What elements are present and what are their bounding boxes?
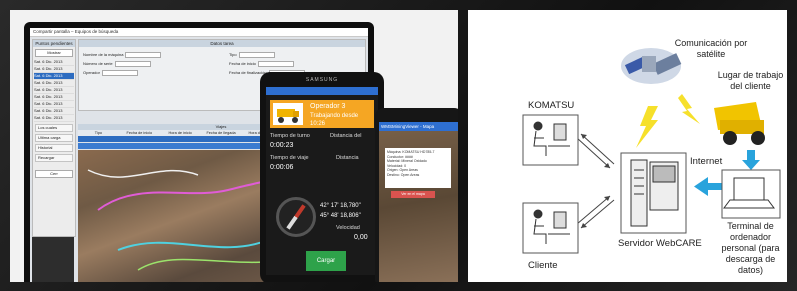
dump-truck-icon [714, 102, 765, 145]
machine-info-popup: Máquina: KOMATSU HD785-7 Conductor: ####… [385, 148, 451, 188]
task-form-header: Datos tarea [79, 40, 365, 47]
map-viewer-screen: WMSMiningViewer - Mapa Máquina: KOMATSU … [379, 122, 458, 282]
speed-value: 0,00 [354, 234, 368, 241]
speed-label: Velocidad [336, 225, 360, 231]
latitude: 42° 17' 18,780" [320, 203, 361, 209]
compass-icon [276, 197, 316, 237]
load-button[interactable]: Cargar [306, 251, 346, 271]
customer-site-label: Lugar de trabajo del cliente [717, 70, 784, 91]
shift-time-value: 0:00:23 [270, 142, 294, 149]
form-field: Fecha de inicio [229, 61, 294, 67]
pending-points-panel: Puntos pendientes Mostrar Sat. 6 Dic. 20… [32, 39, 76, 237]
form-field: Operador [83, 70, 138, 76]
longitude: 45° 48' 18,806" [320, 213, 361, 219]
blue-arrow-down-icon [742, 150, 760, 170]
panel-footer [32, 237, 74, 282]
operator-status: Trabajando desde [310, 113, 359, 119]
list-item[interactable]: Sat. 6 Dic. 2013 [34, 59, 74, 66]
field-label: Fecha de finalización [229, 70, 267, 76]
terminal-label: Terminal de ordenador personal (para des… [721, 221, 780, 275]
software-composite: Compartir pantalla – Equipos de búsqueda… [10, 10, 458, 282]
field-label: Número de serie [83, 61, 113, 67]
option-ultima-carga[interactable]: Ultima carga [35, 134, 73, 142]
phone-operator-app: SAMSUNG Operador 3 Trabajando desde 10:2… [260, 72, 384, 282]
signal-bolt-icon [678, 94, 700, 124]
operator-screen: Operador 3 Trabajando desde 10:26 Tiempo… [266, 87, 378, 275]
trip-time-label: Tiempo de viaje [270, 155, 309, 161]
distance-label: Distancia del [330, 133, 362, 139]
field-label: Fecha de inicio [229, 61, 256, 67]
popup-line: Destino: Open Areas [387, 172, 420, 177]
phone-brand: SAMSUNG [305, 77, 339, 83]
signal-bolt-icon [636, 106, 658, 148]
show-button[interactable]: Mostrar [35, 49, 73, 57]
list-item[interactable]: Sat. 6 Dic. 2013 [34, 80, 74, 87]
map-viewer-title: WMSMiningViewer - Mapa [379, 122, 458, 131]
field-label: Nombre de la máquina [83, 52, 124, 58]
list-item[interactable]: Sat. 6 Dic. 2013 [34, 73, 74, 80]
form-field: Tipo [229, 52, 275, 58]
option-recargar[interactable]: Recargar [35, 154, 73, 162]
blue-arrow-left-icon [694, 177, 726, 196]
satellite-label: Comunicación por satélite [674, 38, 748, 59]
list-item[interactable]: Sat. 6 Dic. 2013 [34, 94, 74, 101]
field-input[interactable] [101, 70, 138, 76]
close-button[interactable]: Cerr [35, 170, 73, 178]
window-title: Compartir pantalla – Equipos de búsqueda [30, 28, 368, 37]
cliente-label: Cliente [528, 260, 558, 271]
field-input[interactable] [125, 52, 162, 58]
form-field: Número de serie [83, 61, 151, 67]
operator-time: 10:26 [310, 121, 326, 127]
server-label: Servidor WebCARE [618, 238, 702, 249]
phone-map-viewer: WMSMiningViewer - Mapa Máquina: KOMATSU … [375, 108, 458, 282]
dump-truck-icon [273, 103, 303, 125]
operator-name: Operador 3 [310, 103, 346, 110]
field-input[interactable] [114, 61, 151, 67]
shift-time-label: Tiempo de turno [270, 133, 310, 139]
list-item[interactable]: Sat. 6 Dic. 2013 [34, 115, 74, 122]
distance2-label: Distancia [336, 155, 359, 161]
field-input[interactable] [257, 61, 294, 67]
list-item[interactable]: Sat. 6 Dic. 2013 [34, 66, 74, 73]
list-item[interactable]: Sat. 6 Dic. 2013 [34, 101, 74, 108]
option-historial[interactable]: Historial [35, 144, 73, 152]
field-input[interactable] [238, 52, 275, 58]
app-bar [266, 87, 378, 95]
list-item[interactable]: Sat. 6 Dic. 2013 [34, 108, 74, 115]
field-label: Operador [83, 70, 100, 76]
webcare-diagram: Comunicación por satélite Lugar de traba… [468, 10, 787, 282]
option-los-cuales[interactable]: Los cuales [35, 124, 73, 132]
form-field: Nombre de la máquina [83, 52, 162, 58]
list-item[interactable]: Sat. 6 Dic. 2013 [34, 87, 74, 94]
internet-label: Internet [690, 156, 723, 167]
trip-time-value: 0:00:06 [270, 164, 294, 171]
operator-card: Operador 3 Trabajando desde 10:26 [270, 100, 374, 128]
komatsu-label: KOMATSU [528, 100, 575, 111]
field-label: Tipo [229, 52, 237, 58]
view-on-map-button[interactable]: Ver en el mapa [391, 191, 435, 198]
pending-points-header: Puntos pendientes [33, 40, 75, 47]
